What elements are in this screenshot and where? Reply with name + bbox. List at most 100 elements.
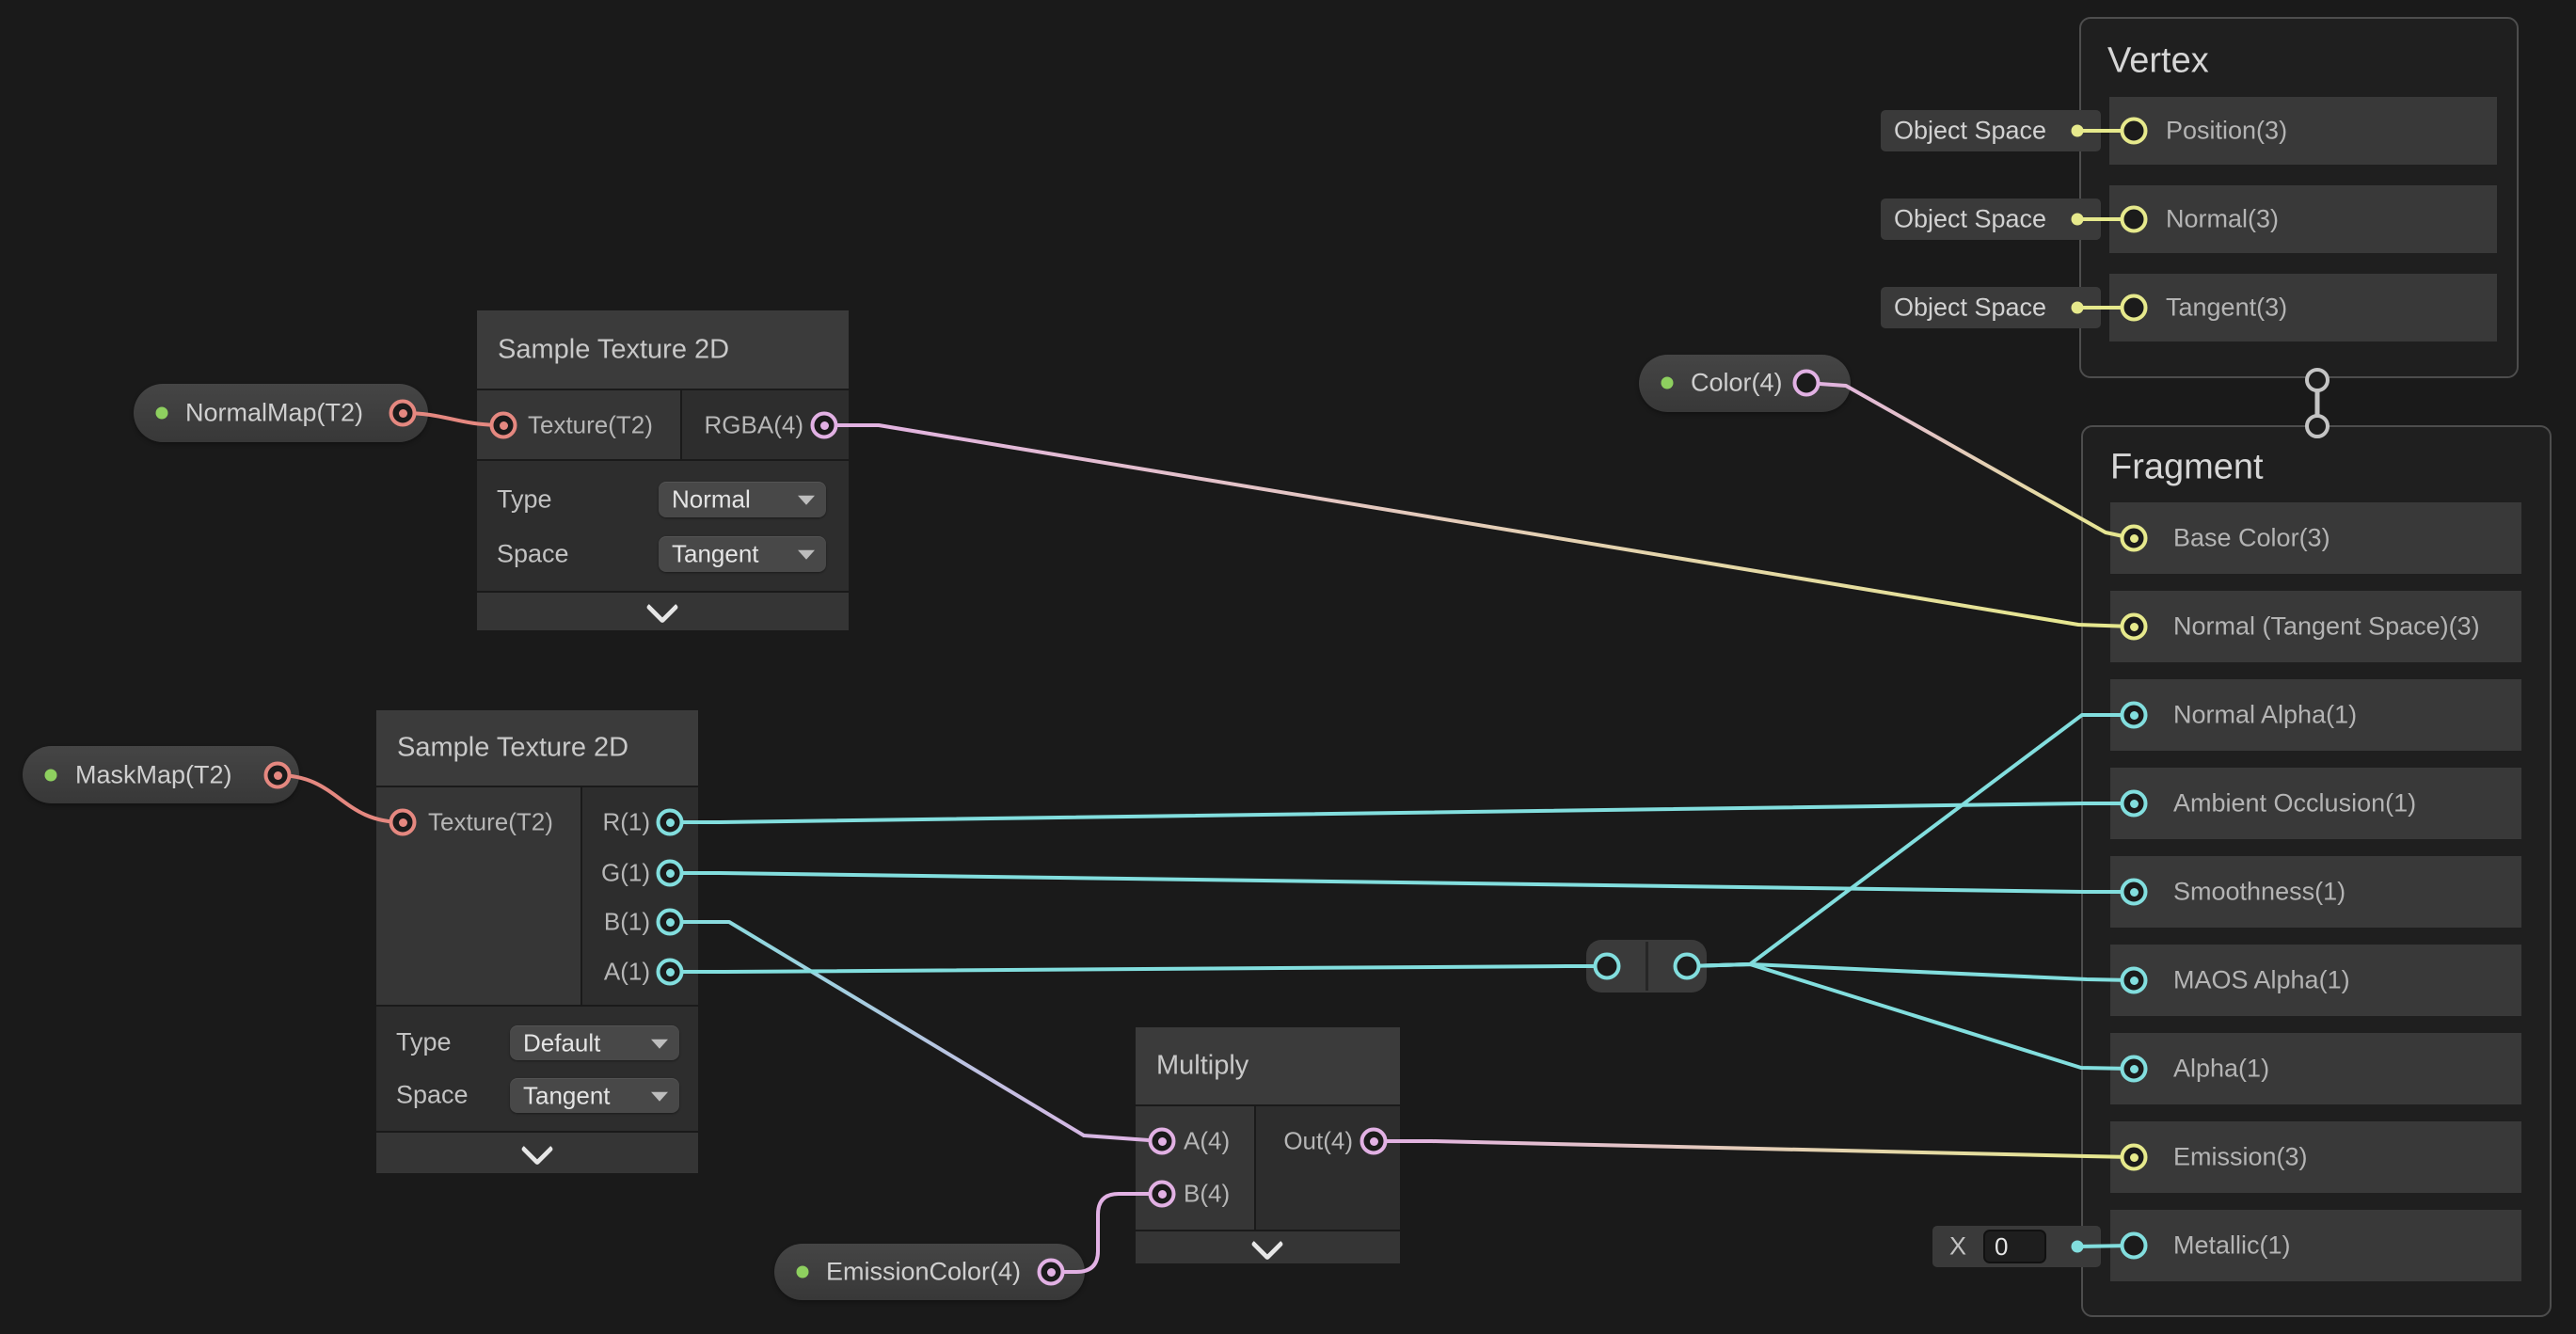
property-emissioncolor-label: EmissionColor(4) — [826, 1258, 1021, 1287]
a-output-label: A(1) — [604, 958, 650, 987]
multiply-input-cell — [1136, 1106, 1254, 1230]
space-dropdown[interactable]: Tangent — [659, 536, 826, 572]
port-texture-in[interactable] — [390, 809, 417, 836]
port-color-out[interactable] — [1793, 370, 1821, 397]
fragment-block-title: Fragment — [2110, 448, 2264, 488]
r-output-label: R(1) — [602, 808, 650, 837]
edge-redirect-to-normal-alpha[interactable] — [1687, 715, 2132, 966]
port-tangent-in[interactable] — [2121, 294, 2148, 322]
chevron-down-icon — [798, 550, 815, 560]
port-alpha-in[interactable] — [2121, 1056, 2148, 1083]
port-metallic-in[interactable] — [2121, 1232, 2148, 1260]
port-normal-alpha-in[interactable] — [2121, 702, 2148, 729]
vertex-block-title: Vertex — [2107, 41, 2209, 82]
edge-a-to-redirect[interactable] — [670, 966, 1607, 972]
port-g-out[interactable] — [657, 860, 684, 887]
property-type-dot — [797, 1266, 809, 1278]
type-dropdown-value: Normal — [672, 485, 751, 515]
fragment-row-emission-label: Emission(3) — [2173, 1143, 2308, 1172]
fragment-row-metallic[interactable] — [2110, 1210, 2521, 1281]
object-space-dropdown-normal[interactable]: Object Space — [1881, 199, 2101, 240]
multiply-out-label: Out(4) — [1283, 1127, 1353, 1156]
vertex-row-position-label: Position(3) — [2166, 117, 2287, 146]
multiply-b-label: B(4) — [1184, 1180, 1230, 1209]
edge-g-to-smoothness[interactable] — [670, 873, 2132, 892]
edge-rgba-to-normal-ts[interactable] — [824, 425, 2132, 627]
port-emissioncolor-out[interactable] — [1038, 1259, 1065, 1286]
metallic-x-label: X — [1949, 1232, 1966, 1262]
edge-r-to-ao[interactable] — [670, 803, 2132, 822]
property-type-dot — [156, 407, 168, 420]
type-label: Type — [396, 1028, 452, 1057]
port-rgba-out[interactable] — [811, 412, 838, 439]
port-maos-alpha-in[interactable] — [2121, 967, 2148, 994]
port-redirect-out[interactable] — [1674, 953, 1701, 980]
type-dropdown[interactable]: Default — [510, 1025, 679, 1060]
port-multiply-b-in[interactable] — [1149, 1181, 1176, 1208]
sample-texture-mask-title: Sample Texture 2D — [397, 733, 628, 764]
fragment-row-normal-alpha-label: Normal Alpha(1) — [2173, 701, 2357, 730]
port-emission-in[interactable] — [2121, 1144, 2148, 1171]
object-space-label: Object Space — [1881, 117, 2059, 146]
edge-out-to-emission[interactable] — [1374, 1141, 2132, 1157]
port-r-out[interactable] — [657, 809, 684, 836]
fragment-row-normal-ts-label: Normal (Tangent Space)(3) — [2173, 612, 2480, 642]
port-multiply-out[interactable] — [1360, 1128, 1388, 1155]
fragment-row-maos-alpha-label: MAOS Alpha(1) — [2173, 966, 2350, 995]
shader-graph-canvas[interactable]: { "blocks": { "vertex": { "title": "Vert… — [0, 0, 2576, 1334]
edge-b-to-multiply-a[interactable] — [670, 922, 1162, 1141]
port-basecolor-in[interactable] — [2121, 525, 2148, 552]
port-maskmap-out[interactable] — [264, 762, 292, 789]
chevron-down-icon — [651, 1091, 668, 1101]
port-redirect-in[interactable] — [1594, 953, 1621, 980]
metallic-default-dot — [2072, 1241, 2084, 1253]
edge-redirect-to-maos-alpha[interactable] — [1687, 964, 2132, 980]
port-texture-in[interactable] — [490, 412, 517, 439]
texture-input-label: Texture(T2) — [528, 411, 653, 440]
object-space-value-dot — [2072, 125, 2084, 137]
port-a-out[interactable] — [657, 959, 684, 986]
chevron-down-icon — [651, 1039, 668, 1048]
multiply-output-cell — [1256, 1106, 1400, 1230]
space-dropdown-value: Tangent — [672, 540, 759, 569]
sample-texture-normal-title: Sample Texture 2D — [498, 335, 729, 366]
b-output-label: B(1) — [604, 908, 650, 937]
fragment-row-basecolor-label: Base Color(3) — [2173, 524, 2330, 553]
chevron-down-icon — [798, 496, 815, 505]
fragment-row-smoothness-label: Smoothness(1) — [2173, 878, 2345, 907]
port-normal-in[interactable] — [2121, 206, 2148, 233]
multiply-title: Multiply — [1156, 1051, 1248, 1082]
fragment-row-alpha[interactable] — [2110, 1033, 2521, 1104]
space-dropdown-value: Tangent — [523, 1081, 611, 1110]
property-type-dot — [1662, 377, 1674, 389]
type-label: Type — [497, 485, 552, 515]
space-label: Space — [497, 540, 569, 569]
port-normal-ts-in[interactable] — [2121, 613, 2148, 641]
port-smoothness-in[interactable] — [2121, 879, 2148, 906]
vertex-row-tangent-label: Tangent(3) — [2166, 294, 2287, 323]
type-dropdown-value: Default — [523, 1028, 600, 1057]
port-ambient-occlusion-in[interactable] — [2121, 790, 2148, 818]
edge-redirect-to-alpha[interactable] — [1687, 964, 2132, 1069]
port-multiply-a-in[interactable] — [1149, 1128, 1176, 1155]
fragment-row-ambient-occlusion-label: Ambient Occlusion(1) — [2173, 789, 2416, 818]
metallic-x-input[interactable] — [1983, 1230, 2046, 1263]
texture-input-label: Texture(T2) — [428, 808, 553, 837]
port-normalmap-out[interactable] — [390, 400, 417, 427]
multiply-a-label: A(4) — [1184, 1127, 1230, 1156]
vertex-row-normal-label: Normal(3) — [2166, 205, 2279, 234]
object-space-dropdown-position[interactable]: Object Space — [1881, 110, 2101, 151]
port-position-in[interactable] — [2121, 118, 2148, 145]
type-dropdown[interactable]: Normal — [659, 482, 826, 517]
object-space-label: Object Space — [1881, 205, 2059, 234]
space-dropdown[interactable]: Tangent — [510, 1078, 679, 1113]
fragment-row-alpha-label: Alpha(1) — [2173, 1055, 2269, 1084]
object-space-value-dot — [2072, 214, 2084, 226]
property-maskmap-label: MaskMap(T2) — [75, 761, 232, 790]
property-type-dot — [45, 770, 57, 782]
port-b-out[interactable] — [657, 909, 684, 936]
object-space-dropdown-tangent[interactable]: Object Space — [1881, 287, 2101, 328]
property-color-label: Color(4) — [1691, 369, 1783, 398]
fragment-row-emission[interactable] — [2110, 1121, 2521, 1193]
space-label: Space — [396, 1081, 469, 1110]
